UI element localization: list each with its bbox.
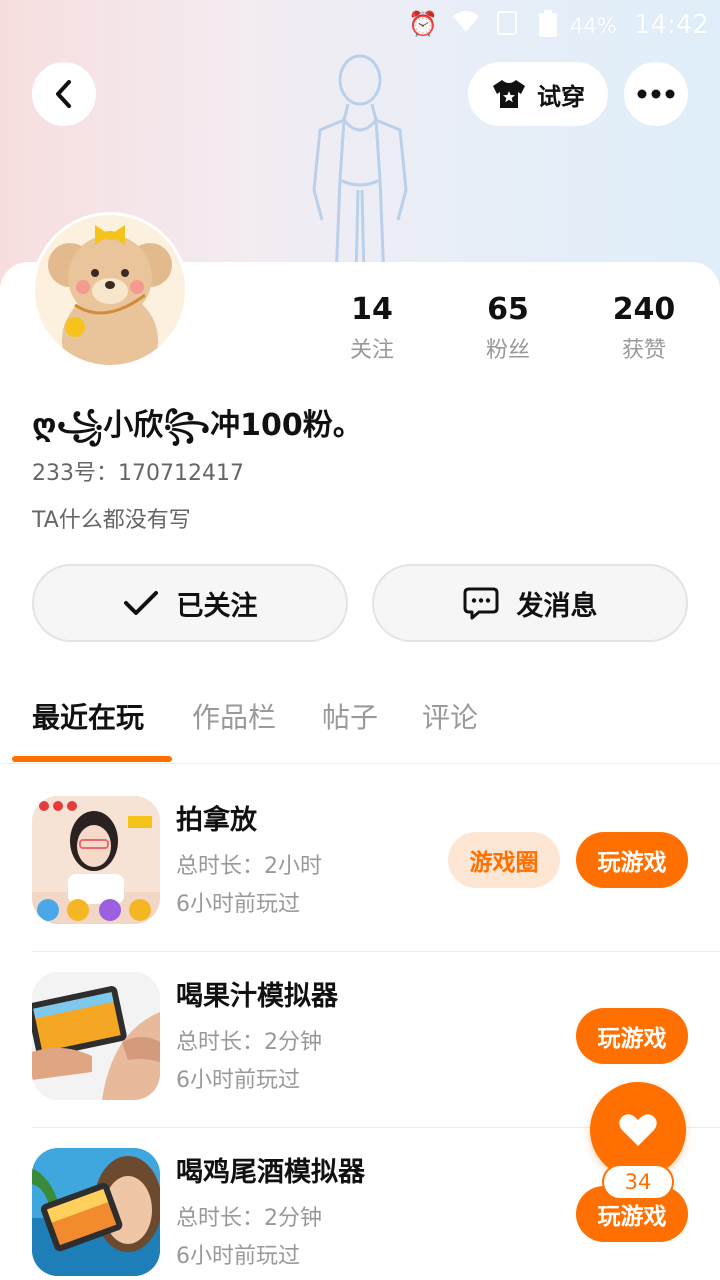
likes-count: 240 [612, 292, 676, 327]
message-label: 发消息 [516, 590, 598, 622]
game-icon-cocktail-simulator [32, 1148, 160, 1276]
chat-bubble-icon [463, 587, 498, 620]
bear-avatar-image [35, 215, 185, 365]
following-count: 14 [351, 292, 393, 327]
game-last-played: 6小时前玩过 [176, 892, 300, 917]
bio: TA什么都没有写 [32, 508, 191, 533]
back-button[interactable] [32, 62, 96, 126]
wifi-icon [452, 10, 480, 40]
avatar[interactable] [32, 212, 188, 368]
likes-label: 获赞 [621, 338, 666, 363]
stat-followers[interactable]: 65 粉丝 [448, 290, 568, 364]
play-game-button[interactable]: 玩游戏 [576, 832, 688, 888]
game-last-played: 6小时前玩过 [176, 1068, 300, 1093]
avatar-3d-figure [312, 54, 408, 279]
game-list-item[interactable]: 拍拿放 总时长：2小时 6小时前玩过 游戏圈 玩游戏 [0, 776, 720, 952]
tab-comments[interactable]: 评论 [422, 690, 478, 746]
game-circle-button[interactable]: 游戏圈 [448, 832, 560, 888]
tshirt-icon [493, 80, 525, 108]
signal-icon [496, 10, 518, 42]
check-icon [123, 591, 158, 615]
tab-recent-played[interactable]: 最近在玩 [32, 690, 144, 746]
game-last-played: 6小时前玩过 [176, 1244, 300, 1269]
game-duration: 总时长：2小时 [176, 854, 322, 879]
clock: 14:42 [634, 10, 709, 40]
game-icon-paipaifang [32, 796, 160, 924]
chevron-left-icon [56, 80, 71, 108]
stat-following[interactable]: 14 关注 [312, 290, 432, 364]
game-title: 喝果汁模拟器 [176, 981, 338, 1012]
more-options-button[interactable] [624, 62, 688, 126]
game-duration: 总时长：2分钟 [176, 1030, 322, 1055]
message-button[interactable]: 发消息 [372, 564, 688, 642]
game-title: 喝鸡尾酒模拟器 [176, 1157, 365, 1188]
status-bar: ⏰ 44% 14:42 [0, 0, 720, 52]
follow-button[interactable]: 已关注 [32, 564, 348, 642]
game-title: 拍拿放 [176, 805, 257, 836]
try-on-button[interactable]: 试穿 [468, 62, 608, 126]
following-label: 关注 [349, 338, 394, 363]
game-duration: 总时长：2分钟 [176, 1206, 322, 1231]
followers-label: 粉丝 [485, 338, 530, 363]
try-on-label: 试穿 [537, 82, 585, 111]
battery-icon [538, 10, 558, 44]
alarm-icon: ⏰ [408, 10, 438, 38]
followers-count: 65 [487, 292, 529, 327]
play-game-button[interactable]: 玩游戏 [576, 1008, 688, 1064]
like-count-badge: 34 [602, 1164, 674, 1200]
tab-posts[interactable]: 帖子 [322, 690, 378, 746]
nickname: ღ꧁小欣꧂冲100粉。 [32, 408, 363, 443]
follow-label: 已关注 [176, 590, 258, 622]
game-icon-juice-simulator [32, 972, 160, 1100]
battery-percent: 44% [570, 14, 617, 38]
tab-works[interactable]: 作品栏 [192, 690, 276, 746]
profile-tabs: 最近在玩 作品栏 帖子 评论 [0, 690, 720, 764]
stat-likes[interactable]: 240 获赞 [584, 290, 704, 364]
heart-icon [619, 1114, 657, 1146]
active-tab-indicator [12, 756, 172, 762]
more-dots-icon [637, 89, 675, 99]
user-id: 233号：170712417 [32, 461, 244, 486]
